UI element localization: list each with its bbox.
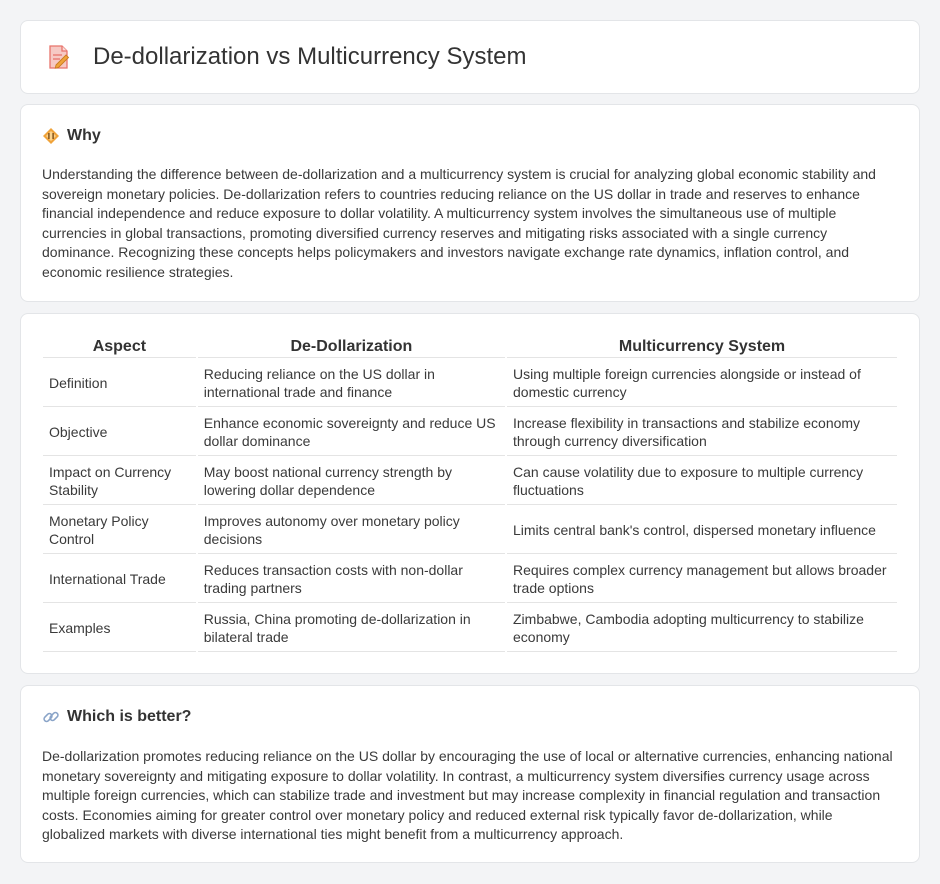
row-aspect: Monetary Policy Control	[43, 507, 196, 554]
row-multicurrency: Can cause volatility due to exposure to …	[507, 458, 897, 505]
header-de-dollarization: De-Dollarization	[197, 336, 505, 358]
better-title: Which is better?	[67, 708, 192, 725]
table-row: Examples Russia, China promoting de-doll…	[43, 605, 897, 652]
why-heading: Why	[42, 127, 101, 145]
row-de-dollarization: Improves autonomy over monetary policy d…	[197, 507, 505, 554]
page-title: De-dollarization vs Multicurrency System	[93, 43, 527, 70]
why-title: Why	[67, 127, 101, 144]
comparison-section: Aspect De-Dollarization Multicurrency Sy…	[20, 313, 920, 674]
document-pencil-icon	[49, 45, 70, 69]
header-aspect: Aspect	[43, 336, 196, 358]
row-aspect: Definition	[43, 360, 196, 407]
table-row: Definition Reducing reliance on the US d…	[43, 360, 897, 407]
title-row: De-dollarization vs Multicurrency System	[47, 43, 526, 71]
row-multicurrency: Limits central bank's control, dispersed…	[507, 507, 897, 554]
table-row: International Trade Reduces transaction …	[43, 556, 897, 603]
better-heading: Which is better?	[42, 708, 191, 726]
table-header-row: Aspect De-Dollarization Multicurrency Sy…	[43, 336, 897, 358]
row-aspect: Objective	[43, 409, 196, 456]
which-is-better-section: Which is better? De-dollarization promot…	[20, 685, 920, 863]
header-multicurrency: Multicurrency System	[507, 336, 897, 358]
table-row: Monetary Policy Control Improves autonom…	[43, 507, 897, 554]
row-aspect: Examples	[43, 605, 196, 652]
row-multicurrency: Zimbabwe, Cambodia adopting multicurrenc…	[507, 605, 897, 652]
header-card: De-dollarization vs Multicurrency System	[20, 20, 920, 94]
row-multicurrency: Using multiple foreign currencies alongs…	[507, 360, 897, 407]
row-de-dollarization: Reduces transaction costs with non-dolla…	[197, 556, 505, 603]
row-multicurrency: Increase flexibility in transactions and…	[507, 409, 897, 456]
row-de-dollarization: May boost national currency strength by …	[197, 458, 505, 505]
table-row: Objective Enhance economic sovereignty a…	[43, 409, 897, 456]
better-text: De-dollarization promotes reducing relia…	[42, 748, 893, 842]
table-row: Impact on Currency Stability May boost n…	[43, 458, 897, 505]
diamond-warning-icon	[43, 128, 59, 144]
row-aspect: International Trade	[43, 556, 196, 603]
why-text: Understanding the difference between de-…	[42, 166, 876, 280]
row-aspect: Impact on Currency Stability	[43, 458, 196, 505]
row-de-dollarization: Enhance economic sovereignty and reduce …	[197, 409, 505, 456]
row-de-dollarization: Reducing reliance on the US dollar in in…	[197, 360, 505, 407]
row-multicurrency: Requires complex currency management but…	[507, 556, 897, 603]
link-icon	[43, 711, 59, 723]
comparison-table: Aspect De-Dollarization Multicurrency Sy…	[41, 334, 899, 654]
why-section: Why Understanding the difference between…	[20, 104, 920, 302]
row-de-dollarization: Russia, China promoting de-dollarization…	[197, 605, 505, 652]
